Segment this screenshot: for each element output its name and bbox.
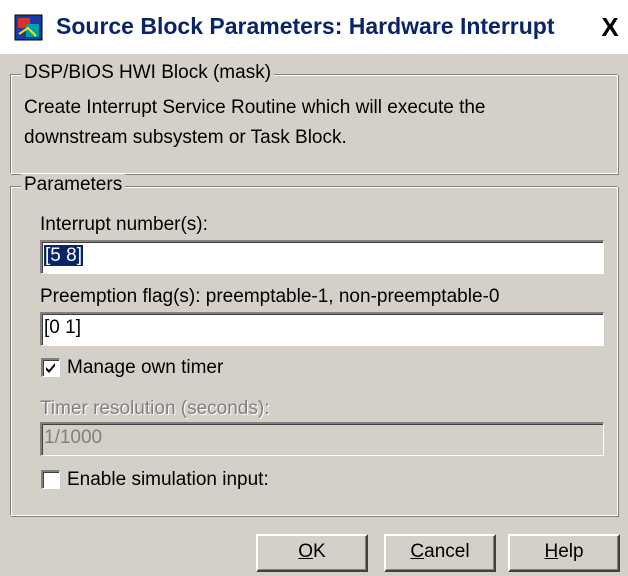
preemption-flag-label: Preemption flag(s): preemptable-1, non-p… <box>40 286 500 307</box>
manage-timer-checkbox[interactable] <box>41 358 60 377</box>
simulink-block-icon <box>14 14 44 42</box>
cancel-button[interactable]: Cancel <box>384 534 496 572</box>
ok-mnemonic: O <box>298 541 314 562</box>
window-title: Source Block Parameters: Hardware Interr… <box>56 13 555 39</box>
enable-simulation-checkbox[interactable] <box>41 470 60 489</box>
help-button[interactable]: Help <box>508 534 620 572</box>
preemption-flag-value: [0 1] <box>44 317 81 338</box>
timer-resolution-label: Timer resolution (seconds): <box>40 398 270 419</box>
title-bar[interactable]: Source Block Parameters: Hardware Interr… <box>0 0 628 52</box>
timer-resolution-value: 1/1000 <box>44 427 103 448</box>
interrupt-number-label: Interrupt number(s): <box>40 214 208 235</box>
parameters-group-legend: Parameters <box>21 174 126 196</box>
cancel-mnemonic: C <box>410 541 425 562</box>
mask-description: Create Interrupt Service Routine which w… <box>24 97 486 148</box>
manage-timer-label[interactable]: Manage own timer <box>67 357 223 379</box>
enable-simulation-label[interactable]: Enable simulation input: <box>67 469 269 491</box>
title-separator <box>0 52 628 54</box>
help-label-rest: elp <box>558 541 584 562</box>
cancel-label-rest: ancel <box>424 541 470 562</box>
mask-group-legend: DSP/BIOS HWI Block (mask) <box>21 62 275 84</box>
timer-resolution-field: 1/1000 <box>40 422 604 456</box>
close-icon[interactable]: X <box>596 12 624 42</box>
help-mnemonic: H <box>544 541 559 562</box>
checkmark-icon <box>46 363 55 373</box>
ok-label-rest: K <box>313 541 326 562</box>
ok-button[interactable]: OK <box>256 534 368 572</box>
preemption-flag-field[interactable]: [0 1] <box>40 312 604 346</box>
interrupt-number-field[interactable]: [5 8] <box>40 240 604 274</box>
interrupt-number-value: [5 8] <box>44 245 83 266</box>
